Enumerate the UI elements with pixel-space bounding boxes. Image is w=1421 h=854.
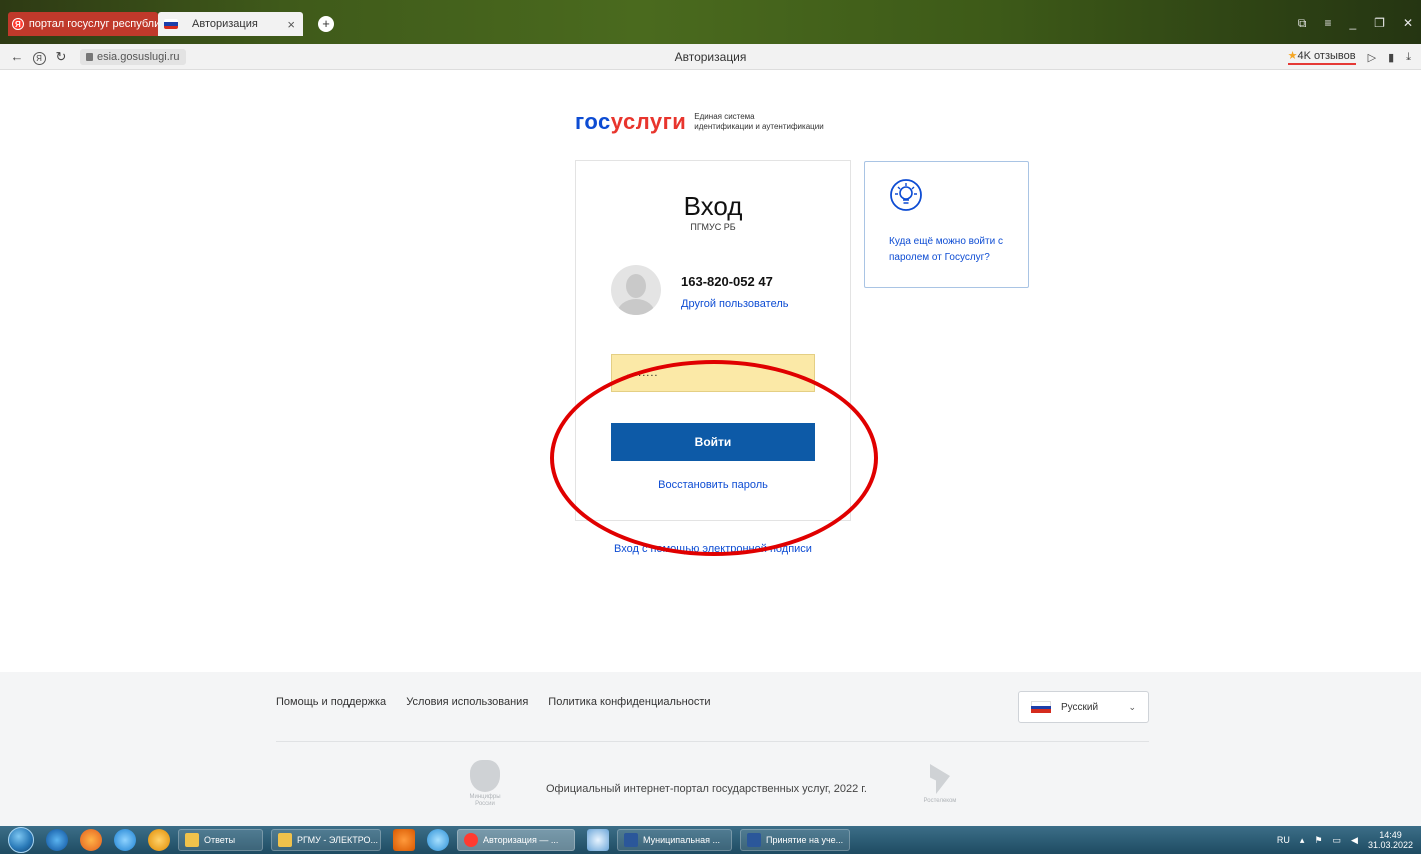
tray-expand-icon[interactable]: ▴: [1300, 835, 1305, 846]
close-icon[interactable]: ×: [287, 17, 295, 32]
electronic-signature-link[interactable]: Вход с помощью электронной подписи: [575, 543, 851, 555]
page-content: госуслуги Единая система идентификации и…: [0, 71, 1421, 826]
yandex-browser-icon: [464, 833, 478, 847]
info-text: Куда ещё можно войти с паролем от Госусл…: [889, 236, 1003, 263]
taskbar-item-acceptance[interactable]: Принятие на уче...: [740, 829, 850, 851]
reviews-badge[interactable]: ★4K отзывов: [1287, 49, 1356, 65]
lock-icon: [86, 52, 93, 61]
app-icon[interactable]: [587, 829, 609, 851]
new-tab-button[interactable]: +: [318, 16, 334, 32]
chevron-down-icon: ⌄: [1128, 701, 1136, 712]
other-user-link[interactable]: Другой пользователь: [681, 298, 788, 310]
rostelecom-logo[interactable]: Ростелеком: [915, 764, 965, 804]
telegram-icon[interactable]: [427, 829, 449, 851]
internet-explorer-icon[interactable]: [114, 829, 136, 851]
russia-flag-icon: [164, 19, 178, 29]
flag-icon[interactable]: ⚑: [1314, 835, 1322, 846]
minimize-icon[interactable]: _: [1349, 16, 1356, 31]
address-bar: ← Я ↻ esia.gosuslugi.ru Авторизация ★4K …: [0, 44, 1421, 70]
menu-icon[interactable]: ≡: [1324, 16, 1331, 31]
star-icon: ★: [1287, 50, 1298, 62]
language-select[interactable]: Русский ⌄: [1018, 691, 1149, 723]
language-label: Русский: [1061, 701, 1099, 713]
url-text: esia.gosuslugi.ru: [97, 50, 180, 63]
taskbar-item-authorization[interactable]: Авторизация — ...: [457, 829, 575, 851]
login-title: Вход: [683, 191, 743, 221]
logo-subtitle: Единая система идентификации и аутентифи…: [694, 112, 824, 131]
taskbar-item-rgmu[interactable]: РГМУ - ЭЛЕКТРО...: [271, 829, 381, 851]
system-tray: RU ▴ ⚑ ▭ ◀ 14:49 31.03.2022: [1277, 830, 1413, 850]
mintsifry-emblem[interactable]: Минцифры России: [465, 760, 505, 808]
app-icon[interactable]: [148, 829, 170, 851]
login-subtitle: ПГМУС РБ: [690, 222, 736, 232]
footer-links: Помощь и поддержка Условия использования…: [276, 696, 731, 708]
tabs-icon[interactable]: ⧉: [1298, 16, 1307, 31]
yandex-icon: Я: [12, 18, 24, 30]
folder-icon: [278, 833, 292, 847]
privacy-link[interactable]: Политика конфиденциальности: [548, 696, 710, 708]
footer: Помощь и поддержка Условия использования…: [0, 672, 1421, 826]
login-card: Вход ПГМУС РБ 163-820-052 47 Другой поль…: [575, 160, 851, 521]
account-id: 163-820-052 47: [681, 274, 773, 289]
help-link[interactable]: Помощь и поддержка: [276, 696, 386, 708]
folder-icon: [185, 833, 199, 847]
taskbar-item-municipal[interactable]: Муниципальная ...: [617, 829, 732, 851]
back-arrow-icon[interactable]: ←: [6, 49, 28, 64]
tab-gosuslugi-portal[interactable]: Я портал госуслуг республи: [8, 12, 158, 36]
media-player-icon[interactable]: [393, 829, 415, 851]
restore-icon[interactable]: ❐: [1374, 16, 1385, 31]
copyright: Официальный интернет-портал государствен…: [546, 783, 867, 795]
window-controls: ⧉ ≡ _ ❐ ✕: [1298, 16, 1413, 31]
share-icon[interactable]: ▷: [1368, 51, 1376, 64]
start-button[interactable]: [8, 827, 34, 853]
page-title: Авторизация: [674, 49, 747, 64]
terms-link[interactable]: Условия использования: [406, 696, 528, 708]
yandex-home-icon[interactable]: Я: [28, 49, 50, 65]
lightbulb-icon: [890, 179, 922, 211]
tab-authorization[interactable]: Авторизация ×: [158, 12, 303, 36]
eagle-emblem-icon: [470, 760, 500, 792]
word-icon: [624, 833, 638, 847]
volume-icon[interactable]: ◀: [1351, 835, 1358, 846]
windows-taskbar: Ответы РГМУ - ЭЛЕКТРО... Авторизация — .…: [0, 826, 1421, 854]
rostelecom-icon: [930, 764, 950, 794]
clock[interactable]: 14:49 31.03.2022: [1368, 830, 1413, 850]
tab-label: портал госуслуг республи: [28, 18, 158, 30]
network-icon[interactable]: ▭: [1333, 835, 1342, 846]
ie-browser-icon[interactable]: [46, 829, 68, 851]
footer-divider: [276, 741, 1149, 742]
browser-tab-bar: Я портал госуслуг республи Авторизация ×…: [0, 0, 1421, 44]
reload-icon[interactable]: ↻: [50, 49, 72, 65]
close-window-icon[interactable]: ✕: [1403, 16, 1413, 31]
avatar: [611, 265, 661, 315]
password-field[interactable]: [611, 354, 815, 392]
firefox-icon[interactable]: [80, 829, 102, 851]
info-card[interactable]: Куда ещё можно войти с паролем от Госусл…: [864, 161, 1029, 288]
forgot-password-link[interactable]: Восстановить пароль: [576, 479, 850, 491]
russia-flag-icon: [1031, 701, 1051, 714]
tab-label: Авторизация: [192, 18, 258, 30]
gosuslugi-logo[interactable]: госуслуги Единая система идентификации и…: [575, 109, 824, 135]
login-button[interactable]: Войти: [611, 423, 815, 461]
bookmark-icon[interactable]: ▮: [1388, 51, 1394, 64]
language-indicator[interactable]: RU: [1277, 835, 1290, 845]
word-icon: [747, 833, 761, 847]
taskbar-item-answers[interactable]: Ответы: [178, 829, 263, 851]
download-icon[interactable]: ⤓: [1406, 51, 1411, 64]
url-field[interactable]: esia.gosuslugi.ru: [80, 48, 186, 65]
